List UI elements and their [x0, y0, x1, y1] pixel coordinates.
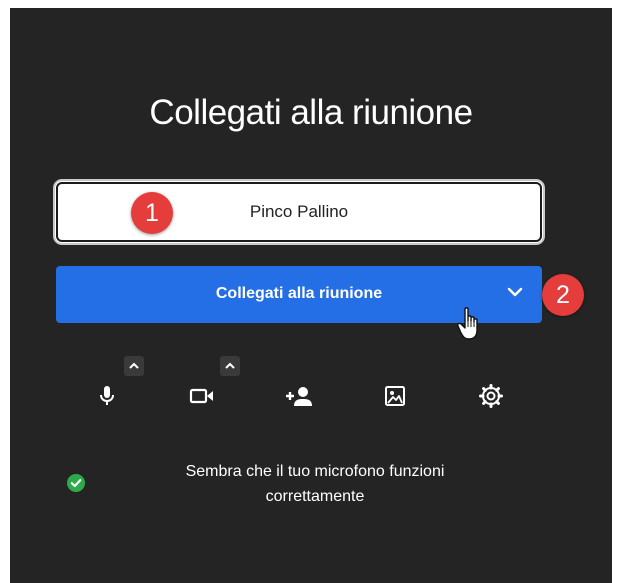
chevron-up-icon: [129, 362, 139, 369]
annotation-badge-2: 2: [542, 274, 584, 316]
camera-options-button[interactable]: [220, 356, 240, 376]
background-image-icon: [385, 386, 405, 406]
page-title: Collegati alla riunione: [149, 93, 473, 132]
select-background-button[interactable]: [377, 378, 413, 414]
microphone-icon: [100, 386, 114, 405]
chevron-up-icon: [225, 362, 235, 369]
settings-gear-icon: [479, 384, 503, 408]
display-name-input[interactable]: [53, 179, 545, 245]
check-circle-icon: [67, 474, 85, 492]
chevron-down-icon[interactable]: [505, 282, 525, 302]
invite-person-icon: [286, 387, 312, 406]
camera-button[interactable]: [184, 378, 220, 414]
annotation-badge-1: 1: [131, 192, 173, 234]
invite-people-button[interactable]: [281, 378, 317, 414]
microphone-status-message: Sembra che il tuo microfono funzioni cor…: [185, 463, 445, 505]
camera-icon: [189, 388, 213, 404]
microphone-options-button[interactable]: [124, 356, 144, 376]
join-meeting-label: Collegati alla riunione: [215, 285, 383, 302]
settings-button[interactable]: [473, 378, 509, 414]
hand-cursor-icon: [457, 307, 478, 340]
microphone-button[interactable]: [89, 378, 125, 414]
prejoin-panel: Collegati alla riunione Collegati alla r…: [10, 8, 612, 583]
